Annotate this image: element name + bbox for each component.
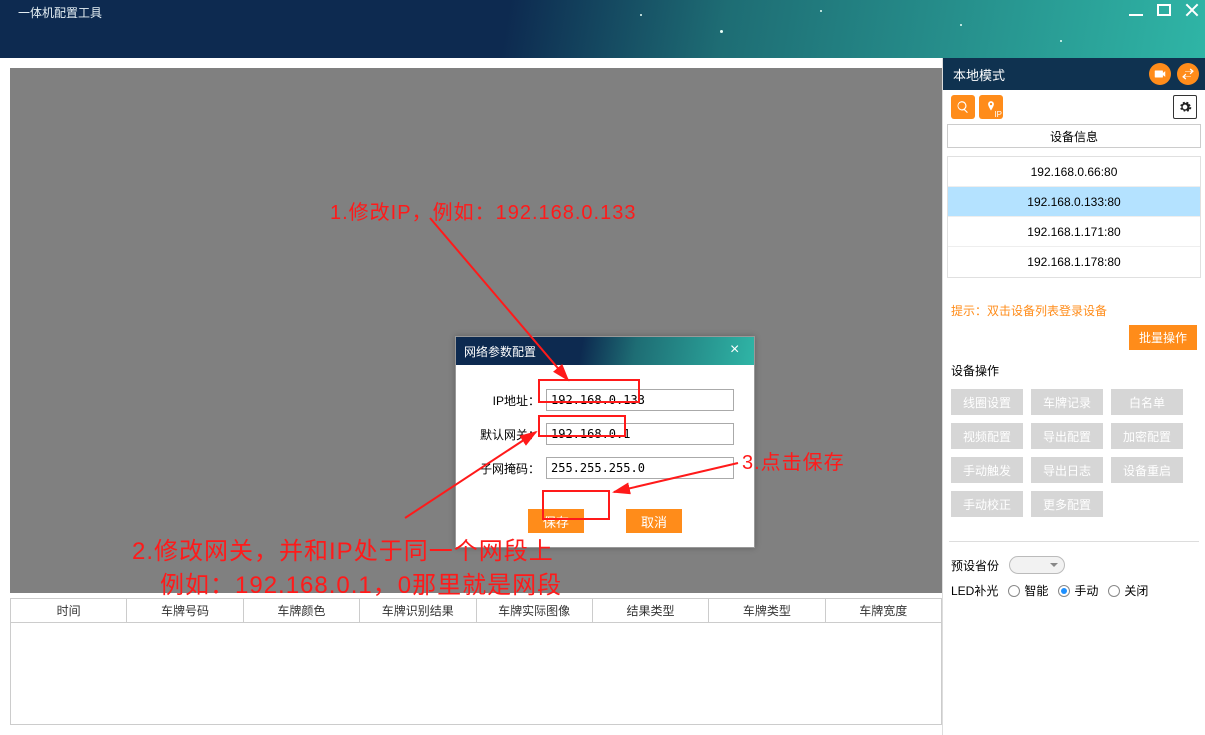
search-icon[interactable] [951, 95, 975, 119]
led-manual-radio[interactable] [1058, 585, 1070, 597]
right-panel: 本地模式 IP 设备信息 192.168.0.66:80 192.168.0.1… [942, 58, 1205, 735]
star-deco [960, 24, 962, 26]
dialog-titlebar: 网络参数配置 × [456, 337, 754, 365]
separator [949, 541, 1199, 542]
camera-icon[interactable] [1149, 63, 1171, 85]
star-deco [640, 14, 642, 16]
ops-label: 设备操作 [943, 358, 1205, 383]
mask-label: 子网掩码： [476, 460, 540, 477]
mask-input[interactable] [546, 457, 734, 479]
col-image: 车牌实际图像 [477, 599, 593, 622]
col-width: 车牌宽度 [826, 599, 941, 622]
preset-select[interactable] [1009, 556, 1065, 574]
minimize-button[interactable] [1127, 2, 1145, 18]
hint-text: 提示：双击设备列表登录设备 [943, 278, 1205, 325]
device-row[interactable]: 192.168.0.66:80 [948, 157, 1200, 187]
result-table: 时间 车牌号码 车牌颜色 车牌识别结果 车牌实际图像 结果类型 车牌类型 车牌宽… [10, 598, 942, 725]
gateway-label: 默认网关： [476, 426, 540, 443]
star-deco [820, 10, 822, 12]
settings-icon[interactable] [1173, 95, 1197, 119]
op-video[interactable]: 视频配置 [951, 423, 1023, 449]
cancel-button[interactable]: 取消 [626, 509, 682, 533]
search-ip-icon[interactable]: IP [979, 95, 1003, 119]
col-resulttype: 结果类型 [593, 599, 709, 622]
device-list: 192.168.0.66:80 192.168.0.133:80 192.168… [947, 156, 1201, 278]
ip-input[interactable] [546, 389, 734, 411]
network-config-dialog: 网络参数配置 × IP地址： 默认网关： 子网掩码： 保存 取 [455, 336, 755, 548]
op-coil[interactable]: 线圈设置 [951, 389, 1023, 415]
batch-button[interactable]: 批量操作 [1129, 325, 1197, 350]
table-header: 时间 车牌号码 车牌颜色 车牌识别结果 车牌实际图像 结果类型 车牌类型 车牌宽… [11, 599, 941, 623]
op-more[interactable]: 更多配置 [1031, 491, 1103, 517]
led-smart-radio[interactable] [1008, 585, 1020, 597]
preset-label: 预设省份 [951, 557, 999, 574]
op-reboot[interactable]: 设备重启 [1111, 457, 1183, 483]
col-plate: 车牌号码 [127, 599, 243, 622]
led-row: LED补光 智能 手动 关闭 [943, 578, 1205, 603]
led-manual-label: 手动 [1074, 582, 1098, 599]
led-label: LED补光 [951, 582, 998, 599]
maximize-button[interactable] [1155, 2, 1173, 18]
led-off-radio[interactable] [1108, 585, 1120, 597]
op-log[interactable]: 导出日志 [1031, 457, 1103, 483]
led-off-label: 关闭 [1124, 582, 1148, 599]
star-deco [720, 30, 723, 33]
app-title: 一体机配置工具 [18, 4, 102, 21]
led-smart-label: 智能 [1024, 582, 1048, 599]
swap-icon[interactable] [1177, 63, 1199, 85]
close-button[interactable] [1183, 2, 1201, 18]
col-color: 车牌颜色 [244, 599, 360, 622]
op-trigger[interactable]: 手动触发 [951, 457, 1023, 483]
op-encrypt[interactable]: 加密配置 [1111, 423, 1183, 449]
preset-row: 预设省份 [943, 552, 1205, 578]
close-icon[interactable]: × [730, 341, 748, 359]
op-export[interactable]: 导出配置 [1031, 423, 1103, 449]
device-row[interactable]: 192.168.1.171:80 [948, 217, 1200, 247]
star-deco [1060, 40, 1062, 42]
ops-grid: 线圈设置 车牌记录 白名单 视频配置 导出配置 加密配置 手动触发 导出日志 设… [943, 383, 1205, 523]
device-row[interactable]: 192.168.1.178:80 [948, 247, 1200, 277]
left-pane: 网络参数配置 × IP地址： 默认网关： 子网掩码： 保存 取 [0, 58, 942, 735]
gateway-input[interactable] [546, 423, 734, 445]
titlebar: 一体机配置工具 [0, 0, 1205, 58]
col-platetype: 车牌类型 [709, 599, 825, 622]
dialog-title: 网络参数配置 [464, 343, 536, 360]
right-panel-header: 本地模式 [943, 58, 1205, 90]
ip-label: IP地址： [476, 392, 540, 409]
device-row[interactable]: 192.168.0.133:80 [948, 187, 1200, 217]
col-result: 车牌识别结果 [360, 599, 476, 622]
op-plate[interactable]: 车牌记录 [1031, 389, 1103, 415]
right-toolbar: IP [943, 90, 1205, 124]
save-button[interactable]: 保存 [528, 509, 584, 533]
device-list-header: 设备信息 [947, 124, 1201, 148]
col-time: 时间 [11, 599, 127, 622]
op-whitelist[interactable]: 白名单 [1111, 389, 1183, 415]
op-correct[interactable]: 手动校正 [951, 491, 1023, 517]
mode-label: 本地模式 [953, 65, 1005, 84]
